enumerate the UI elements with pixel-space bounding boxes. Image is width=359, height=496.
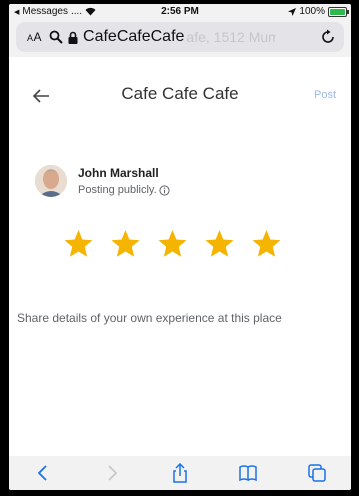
star-5-icon[interactable] — [250, 228, 283, 260]
url-faded-text: afe, 1512 Mumc — [186, 29, 277, 45]
battery-icon — [328, 6, 349, 17]
battery-percent: 100% — [299, 6, 325, 17]
reader-text-size-button[interactable]: AA — [27, 30, 42, 44]
bookmarks-icon[interactable] — [238, 463, 258, 483]
place-title: Cafe Cafe Cafe — [121, 84, 239, 103]
lock-icon — [68, 31, 78, 44]
posting-status: Posting publicly. — [78, 184, 170, 196]
address-bar[interactable]: AA CafeCafeCafe afe, 1512 Mumc — [16, 22, 344, 52]
phone-screen: ◀ Messages .... 2:56 PM 100% AA CafeCafe… — [9, 4, 351, 490]
avatar — [35, 165, 67, 197]
share-icon[interactable] — [170, 463, 190, 483]
post-button[interactable]: Post — [314, 89, 336, 101]
star-3-icon[interactable] — [156, 228, 189, 260]
info-icon[interactable] — [159, 184, 170, 196]
tabs-icon[interactable] — [307, 463, 327, 483]
star-4-icon[interactable] — [203, 228, 236, 260]
browser-url-area: AA CafeCafeCafe afe, 1512 Mumc — [9, 19, 351, 57]
search-icon — [49, 30, 63, 44]
location-arrow-icon — [288, 7, 297, 16]
forward-chevron-icon[interactable] — [102, 463, 122, 483]
star-2-icon[interactable] — [109, 228, 142, 260]
status-right: 100% — [288, 6, 349, 17]
status-bar: ◀ Messages .... 2:56 PM 100% — [9, 4, 351, 19]
star-1-icon[interactable] — [62, 228, 95, 260]
posting-status-text: Posting publicly. — [78, 184, 157, 196]
review-text-field[interactable]: Share details of your own experience at … — [17, 311, 282, 325]
back-chevron-icon[interactable] — [33, 463, 53, 483]
browser-toolbar — [9, 456, 351, 490]
reload-icon[interactable] — [320, 29, 336, 45]
star-rating — [62, 228, 283, 260]
url-text: CafeCafeCafe — [83, 28, 185, 45]
user-name: John Marshall — [78, 166, 159, 180]
